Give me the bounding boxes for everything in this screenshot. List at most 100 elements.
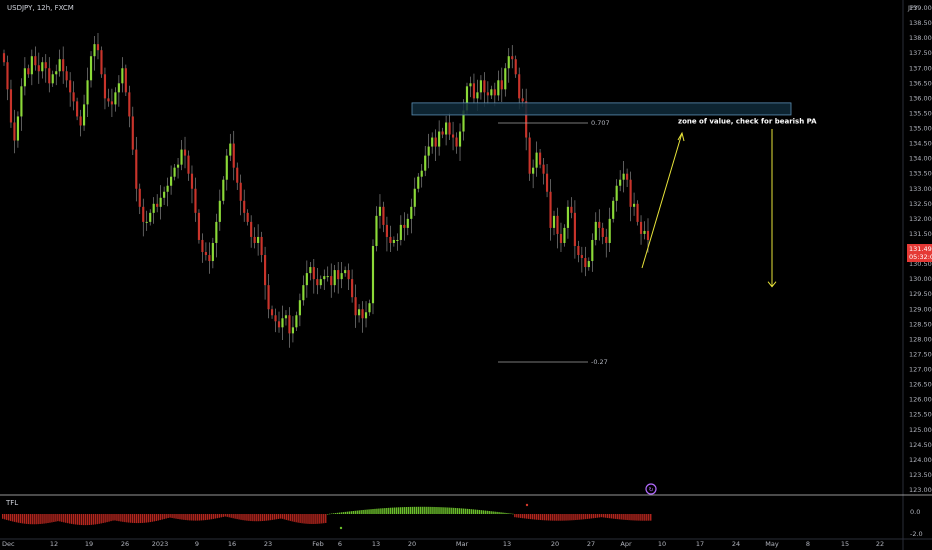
candle-body [152,203,155,213]
candle-body [476,92,479,99]
indicator-bar [504,512,506,514]
candle-body [396,239,399,241]
indicator-bar [413,506,416,514]
indicator-bar [378,508,380,514]
x-tick-label: 23 [264,540,272,548]
y-tick-label: 136.500 [909,79,932,87]
candle-body [570,206,573,213]
indicator-bar [72,514,75,525]
indicator-bar [395,507,398,514]
indicator-bar [646,514,648,521]
x-tick-label: 10 [658,540,666,548]
candle-body [65,71,68,81]
candle-body [211,242,214,262]
zone-label[interactable]: zone of value, check for bearish PA [678,118,817,126]
candle-body [27,68,30,75]
y-tick-label: 128.500 [909,320,932,328]
indicator-name[interactable]: TFL [5,499,18,507]
y-tick-label: 126.500 [909,381,932,389]
x-tick-label: 22 [876,540,884,548]
candle-body [427,146,430,156]
candle-body [469,83,472,87]
candle-body [507,56,510,69]
candle-body [176,164,180,168]
candle-body [587,261,590,268]
candle-body [413,188,416,207]
candle-body [72,92,75,102]
svg-text:↻: ↻ [649,487,654,494]
candle-body [194,188,197,213]
candle-body [351,279,354,298]
indicator-bar [163,514,165,520]
candle-body [250,221,253,237]
indicator-bar [35,514,37,525]
y-tick-label: 133.500 [909,170,932,178]
indicator-bar [382,508,384,514]
time-axis[interactable]: Dec 12 19 26 2023 9 16 23 Feb 6 13 20 Mar 13 20 27 Apr 10… [2,540,884,548]
indicator-bar [301,514,303,524]
y-tick-label: 131.500 [909,230,932,238]
candle-body [170,176,173,186]
indicator-bar [529,514,532,520]
indicator-bar [173,514,175,519]
indicator-bar [559,514,561,521]
candle-body [552,215,556,228]
indicator-bar [84,514,87,526]
indicator-histogram [2,503,652,530]
candle-body [448,122,451,135]
candle-body [110,101,113,105]
chart-canvas[interactable]: 139.000138.500138.000137.500137.000136.5… [0,0,932,550]
indicator-bar [86,514,89,526]
indicator-bar [346,511,349,514]
indicator-bar [124,514,126,523]
indicator-bar [334,513,337,514]
candle-body [438,131,441,147]
candle-body [612,200,615,219]
indicator-bar [634,514,636,521]
indicator-bar [433,506,435,514]
indicator-bar [423,506,425,514]
price-badge-value: 131.497 [909,245,932,253]
price-axis[interactable]: 139.000138.500138.000137.500137.000136.5… [0,0,932,550]
y-tick-label: 127.000 [909,366,932,374]
y-tick-label: 134.000 [909,155,932,163]
indicator-bar [327,514,329,515]
indicator-bar [258,514,260,522]
candle-body [62,59,65,72]
candle-body [455,137,458,147]
indicator-bar [587,514,589,519]
indicator-bar [94,514,96,525]
candle-body [357,309,361,316]
indicator-bar [13,514,16,522]
indicator-bar [421,506,423,514]
symbol-title[interactable]: USDJPY, 12h, FXCM [7,4,74,12]
indicator-bar [551,514,553,521]
replay-icon[interactable]: ↻ [645,483,657,495]
indicator-bar [55,514,57,522]
candle-body [142,206,145,222]
x-tick-label: 12 [50,540,58,548]
candle-body [232,143,235,168]
candle-body [493,89,496,96]
candle-body [539,152,542,165]
indicator-bar [545,514,548,521]
indicator-bar [252,514,254,522]
indicator-bar [547,514,550,521]
drawing-layer[interactable] [411,102,792,363]
indicator-bar [88,514,91,525]
indicator-bar [3,514,6,520]
indicator-bar [250,514,252,522]
indicator-bar [317,514,319,524]
indicator-bar [293,514,295,522]
indicator-bar [246,514,248,521]
indicator-bar [577,514,579,520]
indicator-bar [210,514,213,520]
indicator-bar [474,509,477,514]
candle-body [128,92,131,117]
price-badge-countdown: 05:32:07 [909,253,932,261]
indicator-bar [624,514,626,520]
indicator-bar [458,508,461,514]
x-tick-label: 19 [85,540,93,548]
candle-body [305,273,308,286]
candle-body [577,245,580,256]
